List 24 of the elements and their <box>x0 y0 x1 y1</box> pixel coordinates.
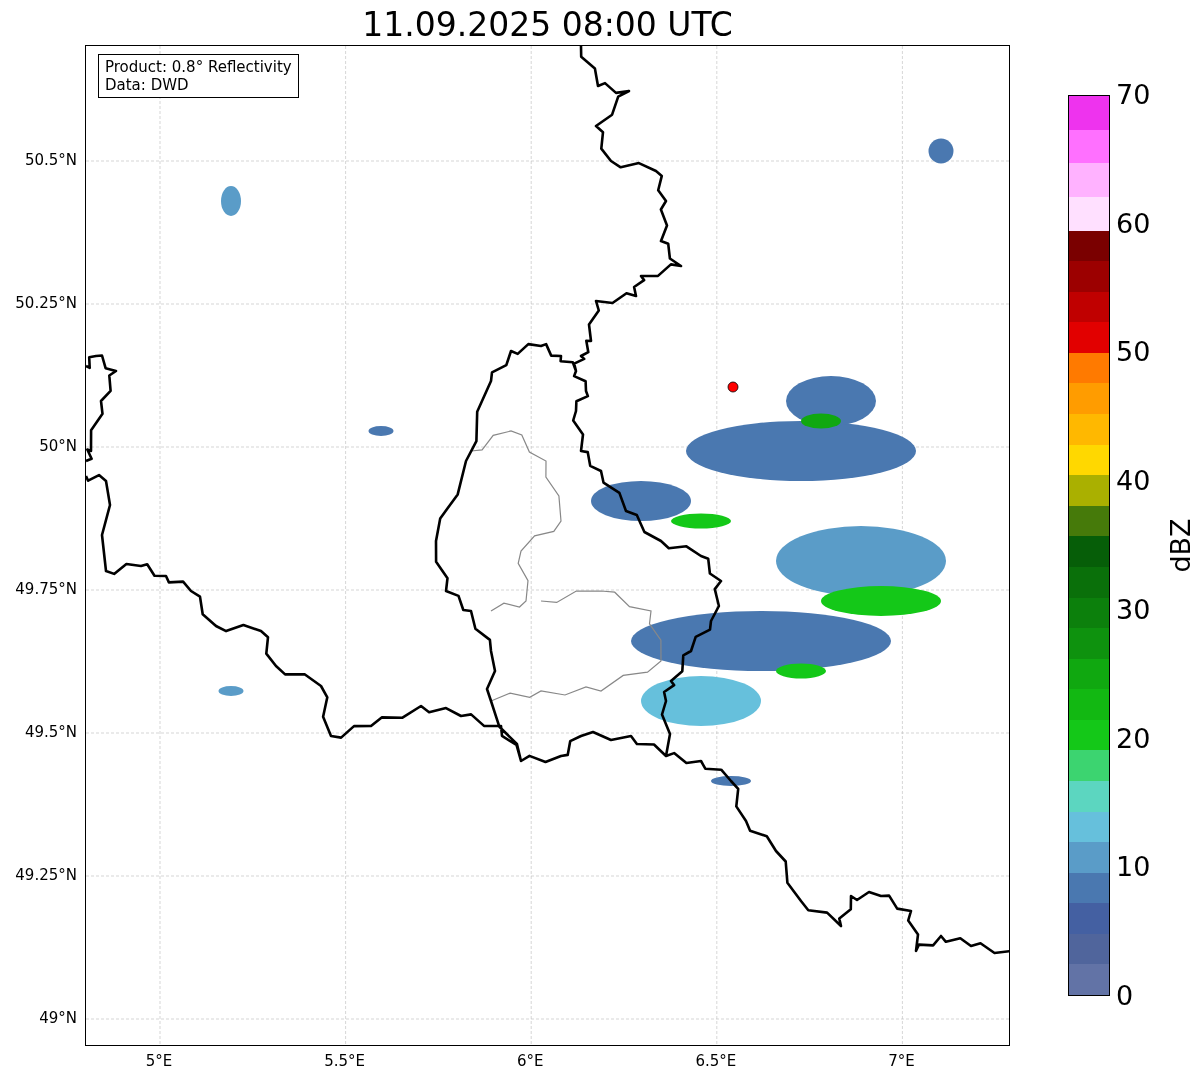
colorbar-tick-label: 30 <box>1116 593 1151 626</box>
x-tick-label: 5°E <box>145 1052 173 1070</box>
y-tick-label: 49.75°N <box>15 580 77 598</box>
y-tick-label: 50.5°N <box>24 151 77 169</box>
y-tick-label: 49.5°N <box>24 723 77 741</box>
y-tick-label: 50°N <box>39 437 77 455</box>
colorbar-tick-label: 60 <box>1116 207 1151 240</box>
y-tick-label: 49°N <box>39 1009 77 1027</box>
x-tick-label: 5.5°E <box>324 1052 365 1070</box>
colorbar-tick-label: 0 <box>1116 979 1134 1012</box>
colorbar-tick-label: 70 <box>1116 79 1151 111</box>
colorbar-tick-label: 40 <box>1116 465 1151 498</box>
y-tick-label: 50.25°N <box>15 294 77 312</box>
x-tick-label: 7°E <box>888 1052 915 1070</box>
colorbar-tick-label: 20 <box>1116 722 1151 755</box>
colorbar-tick-label: 10 <box>1116 851 1151 884</box>
y-tick-label: 49.25°N <box>15 866 77 884</box>
chart-title: 11.09.2025 08:00 UTC <box>361 4 734 45</box>
info-text: Data: DWD <box>105 76 190 94</box>
x-tick-label: 6.5°E <box>695 1052 737 1070</box>
x-tick-label: 6°E <box>516 1052 544 1070</box>
info-text: Product: 0.8° Reflectivity <box>105 58 292 76</box>
colorbar-tick-label: 50 <box>1116 336 1151 369</box>
colorbar-label: dBZ <box>1164 518 1196 573</box>
